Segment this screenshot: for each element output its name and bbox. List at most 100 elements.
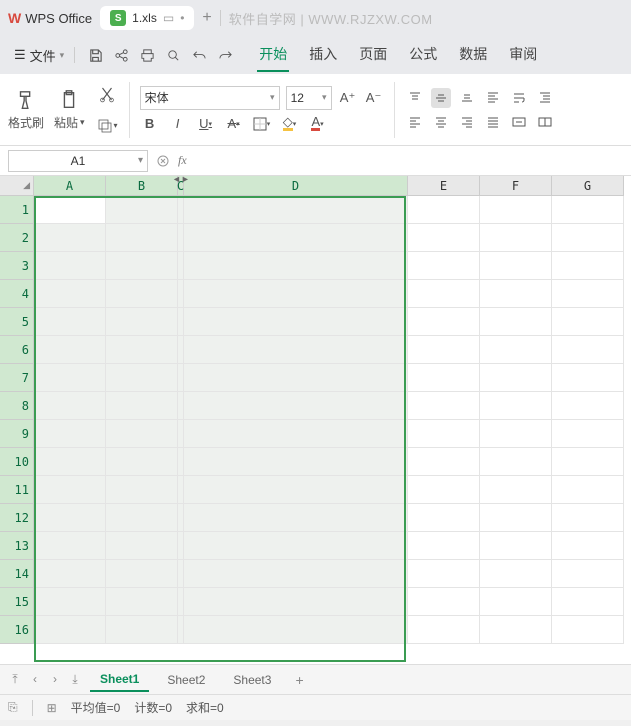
cell[interactable]: [106, 364, 178, 392]
cell[interactable]: [106, 420, 178, 448]
row-header-15[interactable]: 15: [0, 588, 34, 616]
row-header-4[interactable]: 4: [0, 280, 34, 308]
border-button[interactable]: ▾: [252, 114, 272, 134]
cell[interactable]: [408, 280, 480, 308]
cell[interactable]: [480, 364, 552, 392]
cell[interactable]: [184, 364, 408, 392]
cell[interactable]: [34, 616, 106, 644]
orientation-icon[interactable]: [483, 88, 503, 108]
cell[interactable]: [184, 448, 408, 476]
font-family-select[interactable]: 宋体▾: [140, 86, 280, 110]
cell[interactable]: [480, 224, 552, 252]
cell[interactable]: [106, 448, 178, 476]
justify-icon[interactable]: [483, 112, 503, 132]
cell[interactable]: [480, 504, 552, 532]
cell[interactable]: [34, 532, 106, 560]
font-size-select[interactable]: 12▾: [286, 86, 332, 110]
redo-icon[interactable]: [217, 47, 233, 63]
cell[interactable]: [552, 420, 624, 448]
next-sheet-button[interactable]: ›: [48, 672, 62, 687]
cell[interactable]: [106, 308, 178, 336]
wrap-text-icon[interactable]: [509, 88, 529, 108]
cell[interactable]: [34, 504, 106, 532]
row-header-8[interactable]: 8: [0, 392, 34, 420]
tab-review[interactable]: 审阅: [507, 38, 539, 72]
cell[interactable]: [184, 392, 408, 420]
cell[interactable]: [184, 196, 408, 224]
first-sheet-button[interactable]: ⤒: [8, 672, 22, 687]
cell[interactable]: [106, 280, 178, 308]
cell[interactable]: [408, 336, 480, 364]
merge-icon[interactable]: [509, 112, 529, 132]
cell[interactable]: [34, 308, 106, 336]
cell[interactable]: [106, 196, 178, 224]
print-icon[interactable]: [139, 47, 155, 63]
row-header-3[interactable]: 3: [0, 252, 34, 280]
cell[interactable]: [480, 588, 552, 616]
cell[interactable]: [34, 476, 106, 504]
name-box[interactable]: A1 ▾: [8, 150, 148, 172]
cell[interactable]: [552, 364, 624, 392]
align-right-icon[interactable]: [457, 112, 477, 132]
merge-center-icon[interactable]: [535, 112, 555, 132]
underline-button[interactable]: U▾: [196, 114, 216, 134]
cell[interactable]: [184, 420, 408, 448]
cell[interactable]: [480, 420, 552, 448]
formula-input[interactable]: [195, 151, 623, 171]
cell[interactable]: [34, 224, 106, 252]
cell[interactable]: [408, 252, 480, 280]
last-sheet-button[interactable]: ⤓: [68, 672, 82, 687]
fill-color-button[interactable]: ◇▾: [280, 114, 300, 134]
align-left-icon[interactable]: [405, 112, 425, 132]
print-preview-icon[interactable]: [165, 47, 181, 63]
cell[interactable]: [552, 196, 624, 224]
row-header-1[interactable]: 1: [0, 196, 34, 224]
save-icon[interactable]: [87, 47, 103, 63]
cell[interactable]: [34, 588, 106, 616]
cell[interactable]: [184, 252, 408, 280]
italic-button[interactable]: I: [168, 114, 188, 134]
fx-icon[interactable]: fx: [178, 153, 187, 168]
cell[interactable]: [106, 504, 178, 532]
column-header-E[interactable]: E: [408, 176, 480, 196]
cell[interactable]: [184, 308, 408, 336]
column-header-D[interactable]: D: [184, 176, 408, 196]
cell[interactable]: [408, 476, 480, 504]
cell[interactable]: [184, 560, 408, 588]
undo-icon[interactable]: [191, 47, 207, 63]
cell[interactable]: [184, 336, 408, 364]
cells-area[interactable]: [34, 196, 624, 644]
cell[interactable]: [106, 560, 178, 588]
cell[interactable]: [34, 448, 106, 476]
paste[interactable]: 粘贴▾: [54, 88, 85, 131]
row-header-5[interactable]: 5: [0, 308, 34, 336]
tab-insert[interactable]: 插入: [307, 38, 339, 72]
cell[interactable]: [34, 420, 106, 448]
font-color-button[interactable]: A▾: [308, 114, 328, 134]
tab-formula[interactable]: 公式: [407, 38, 439, 72]
cell[interactable]: [184, 616, 408, 644]
cell[interactable]: [408, 196, 480, 224]
cell[interactable]: [408, 308, 480, 336]
cell[interactable]: [34, 392, 106, 420]
strikethrough-button[interactable]: A▾: [224, 114, 244, 134]
cell[interactable]: [34, 560, 106, 588]
indent-icon[interactable]: [535, 88, 555, 108]
cell[interactable]: [552, 392, 624, 420]
cell[interactable]: [106, 336, 178, 364]
row-header-10[interactable]: 10: [0, 448, 34, 476]
increase-font-icon[interactable]: A⁺: [338, 88, 358, 108]
sheet-tab-3[interactable]: Sheet3: [223, 669, 281, 691]
tab-start[interactable]: 开始: [257, 38, 289, 72]
cell[interactable]: [408, 364, 480, 392]
cell[interactable]: [552, 336, 624, 364]
cell[interactable]: [552, 448, 624, 476]
cell[interactable]: [552, 280, 624, 308]
share-icon[interactable]: [113, 47, 129, 63]
new-tab-button[interactable]: +: [202, 9, 211, 27]
align-top-icon[interactable]: [405, 88, 425, 108]
cell[interactable]: [408, 224, 480, 252]
cell[interactable]: [408, 504, 480, 532]
status-mode-icon[interactable]: ⎘: [8, 700, 18, 715]
cancel-icon[interactable]: [156, 154, 170, 168]
